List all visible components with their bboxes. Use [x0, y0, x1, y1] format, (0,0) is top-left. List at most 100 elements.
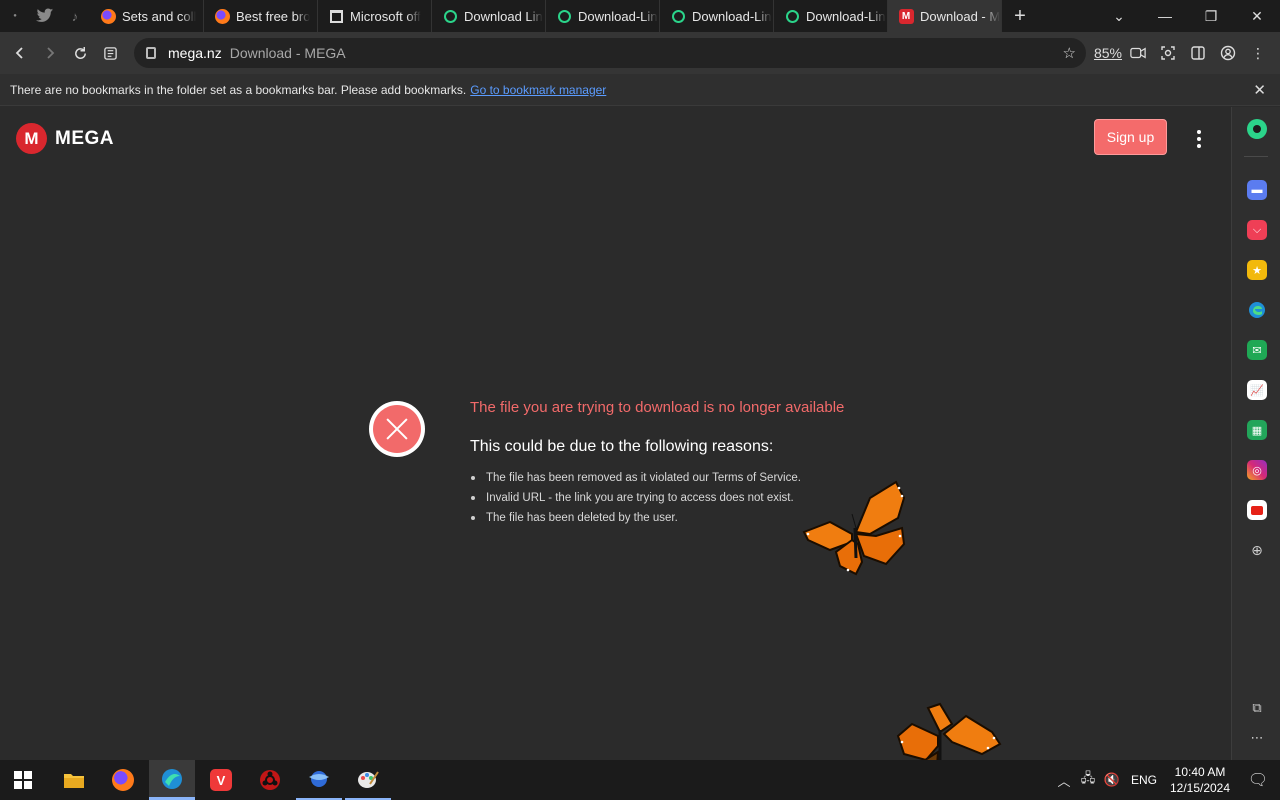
tab-label: Download - M: [920, 8, 1001, 24]
error-x-icon: [369, 401, 425, 457]
sign-up-button[interactable]: Sign up: [1094, 119, 1167, 155]
sidebar-webtoon-icon[interactable]: ▦: [1247, 420, 1267, 440]
firefox-icon: [214, 8, 230, 24]
tab-label: Download-Lin: [578, 8, 658, 24]
start-button[interactable]: [0, 760, 46, 800]
tab-7[interactable]: Download-Lin: [774, 0, 888, 32]
close-window-button[interactable]: ✕: [1234, 0, 1280, 32]
close-icon[interactable]: ✕: [1253, 81, 1266, 99]
address-page-title: Download - MEGA: [229, 45, 346, 61]
sidebar-edge-icon[interactable]: [1247, 300, 1267, 320]
windows-logo-icon: [14, 771, 32, 789]
error-subtitle: This could be due to the following reaso…: [470, 438, 774, 455]
list-item: The file has been removed as it violated…: [470, 470, 801, 490]
back-button[interactable]: [5, 38, 35, 68]
microsoft-icon: [328, 8, 344, 24]
page-content: M MEGA Sign up The file you are trying t…: [0, 107, 1231, 760]
browser-app-icon: [162, 768, 182, 789]
tab-6[interactable]: Download-Lin: [660, 0, 774, 32]
error-title: The file you are trying to download is n…: [470, 399, 845, 416]
pinned-tab-twitter[interactable]: [30, 0, 60, 32]
taskbar-app-6[interactable]: [296, 760, 342, 800]
pinned-tab-3[interactable]: ♪: [60, 0, 90, 32]
butterfly-icon: [802, 480, 906, 576]
sidebar-messenger-icon[interactable]: ✉: [1247, 340, 1267, 360]
sidebar-external-link-icon[interactable]: ⧉: [1247, 698, 1267, 718]
system-tray: ︿ 🖧 🔇 ENG 10:40 AM 12/15/2024 🗨: [1052, 760, 1280, 800]
list-item: Invalid URL - the link you are trying to…: [470, 490, 801, 510]
mega-wordmark: MEGA: [55, 127, 114, 149]
tab-label: Download-Lin: [692, 8, 772, 24]
zoom-indicator[interactable]: 85%: [1094, 38, 1122, 68]
taskbar-firefox[interactable]: [100, 760, 146, 800]
reader-icon: [103, 46, 117, 60]
more-menu-icon[interactable]: ⋮: [1246, 38, 1270, 68]
reasons-list: The file has been removed as it violated…: [470, 470, 801, 530]
tab-5[interactable]: Download-Lin: [546, 0, 660, 32]
sidebar-chart-icon[interactable]: 📈: [1247, 380, 1267, 400]
mega-logo[interactable]: M MEGA: [16, 123, 114, 154]
restore-button[interactable]: ❐: [1188, 0, 1234, 32]
taskbar-active-browser[interactable]: [149, 760, 195, 800]
sidebar-collections-icon[interactable]: ▬: [1247, 180, 1267, 200]
mega-m-icon: M: [16, 123, 47, 154]
language-indicator[interactable]: ENG: [1124, 773, 1164, 787]
page-menu-icon[interactable]: [1190, 127, 1208, 151]
windows-taskbar: V ︿ 🖧 🔇 ENG 10:40 AM 12/15/2024 🗨: [0, 760, 1280, 800]
taskbar-app-7[interactable]: [345, 760, 391, 800]
sidebar-more-icon[interactable]: ⋯: [1247, 728, 1267, 748]
tab-search-chevron-icon[interactable]: ⌄: [1096, 0, 1142, 32]
sidebar-divider: [1244, 156, 1268, 157]
tab-1[interactable]: Sets and coll: [90, 0, 204, 32]
bookmarks-bar-notice: There are no bookmarks in the folder set…: [0, 74, 1280, 106]
taskbar-security-app[interactable]: [247, 760, 293, 800]
video-call-icon[interactable]: [1126, 38, 1150, 68]
reload-icon: [74, 46, 86, 59]
reload-button[interactable]: [65, 38, 95, 68]
address-bar[interactable]: mega.nz Download - MEGA ☆: [134, 38, 1086, 68]
tab-8[interactable]: M Download - M: [888, 0, 1002, 32]
tiktok-icon: ♪: [71, 8, 79, 24]
bookmark-manager-link[interactable]: Go to bookmark manager: [470, 83, 606, 97]
network-icon[interactable]: 🖧: [1076, 769, 1100, 791]
notifications-icon[interactable]: 🗨: [1236, 770, 1280, 790]
mega-icon: M: [898, 8, 914, 24]
app-globe-icon: [309, 771, 329, 787]
clock-time: 10:40 AM: [1174, 765, 1226, 779]
browser-sidebar: ▬ ⌵ ★ ✉ 📈 ▦ ◎ ⊕ ⧉ ⋯: [1231, 107, 1280, 760]
favorite-star-icon[interactable]: ☆: [1063, 44, 1076, 62]
green-ring-icon: [670, 8, 686, 24]
volume-muted-icon[interactable]: 🔇: [1100, 772, 1124, 788]
sidebar-pocket-icon[interactable]: ⌵: [1247, 220, 1267, 240]
pinned-tabs: ● ♪: [0, 0, 90, 32]
show-hidden-icons-chevron-icon[interactable]: ︿: [1052, 771, 1076, 790]
browser-toolbar: mega.nz Download - MEGA ☆ 85% ⋮: [0, 32, 1280, 74]
lock-icon[interactable]: [146, 47, 156, 59]
screenshot-icon[interactable]: [1156, 38, 1180, 68]
tab-label: Sets and coll: [122, 8, 197, 24]
sidebar-youtube-icon[interactable]: [1247, 500, 1267, 520]
tab-label: Best free bro: [236, 8, 311, 24]
tab-4[interactable]: Download Lin: [432, 0, 546, 32]
sidebar-favorites-star-icon[interactable]: ★: [1247, 260, 1267, 280]
sidebar-add-icon[interactable]: ⊕: [1247, 540, 1267, 560]
sidebar-instagram-icon[interactable]: ◎: [1247, 460, 1267, 480]
minimize-button[interactable]: —: [1142, 0, 1188, 32]
forward-button[interactable]: [35, 38, 65, 68]
split-screen-icon[interactable]: [1186, 38, 1210, 68]
new-tab-button[interactable]: +: [1004, 0, 1036, 32]
green-ring-icon: [442, 8, 458, 24]
sidebar-green-status-icon[interactable]: [1247, 119, 1267, 139]
firefox-icon: [112, 769, 134, 791]
address-domain: mega.nz: [168, 45, 222, 61]
tab-2[interactable]: Best free bro: [204, 0, 318, 32]
taskbar-vivaldi[interactable]: V: [198, 760, 244, 800]
tab-3[interactable]: Microsoft off: [318, 0, 432, 32]
tab-list: Sets and coll Best free bro Microsoft off D…: [90, 0, 1002, 32]
profile-icon[interactable]: [1216, 38, 1240, 68]
clock[interactable]: 10:40 AM 12/15/2024: [1164, 764, 1236, 796]
pinned-tab-1[interactable]: ●: [0, 0, 30, 32]
paint-app-icon: [358, 771, 379, 788]
taskbar-file-explorer[interactable]: [51, 760, 97, 800]
reader-mode-button[interactable]: [95, 38, 125, 68]
